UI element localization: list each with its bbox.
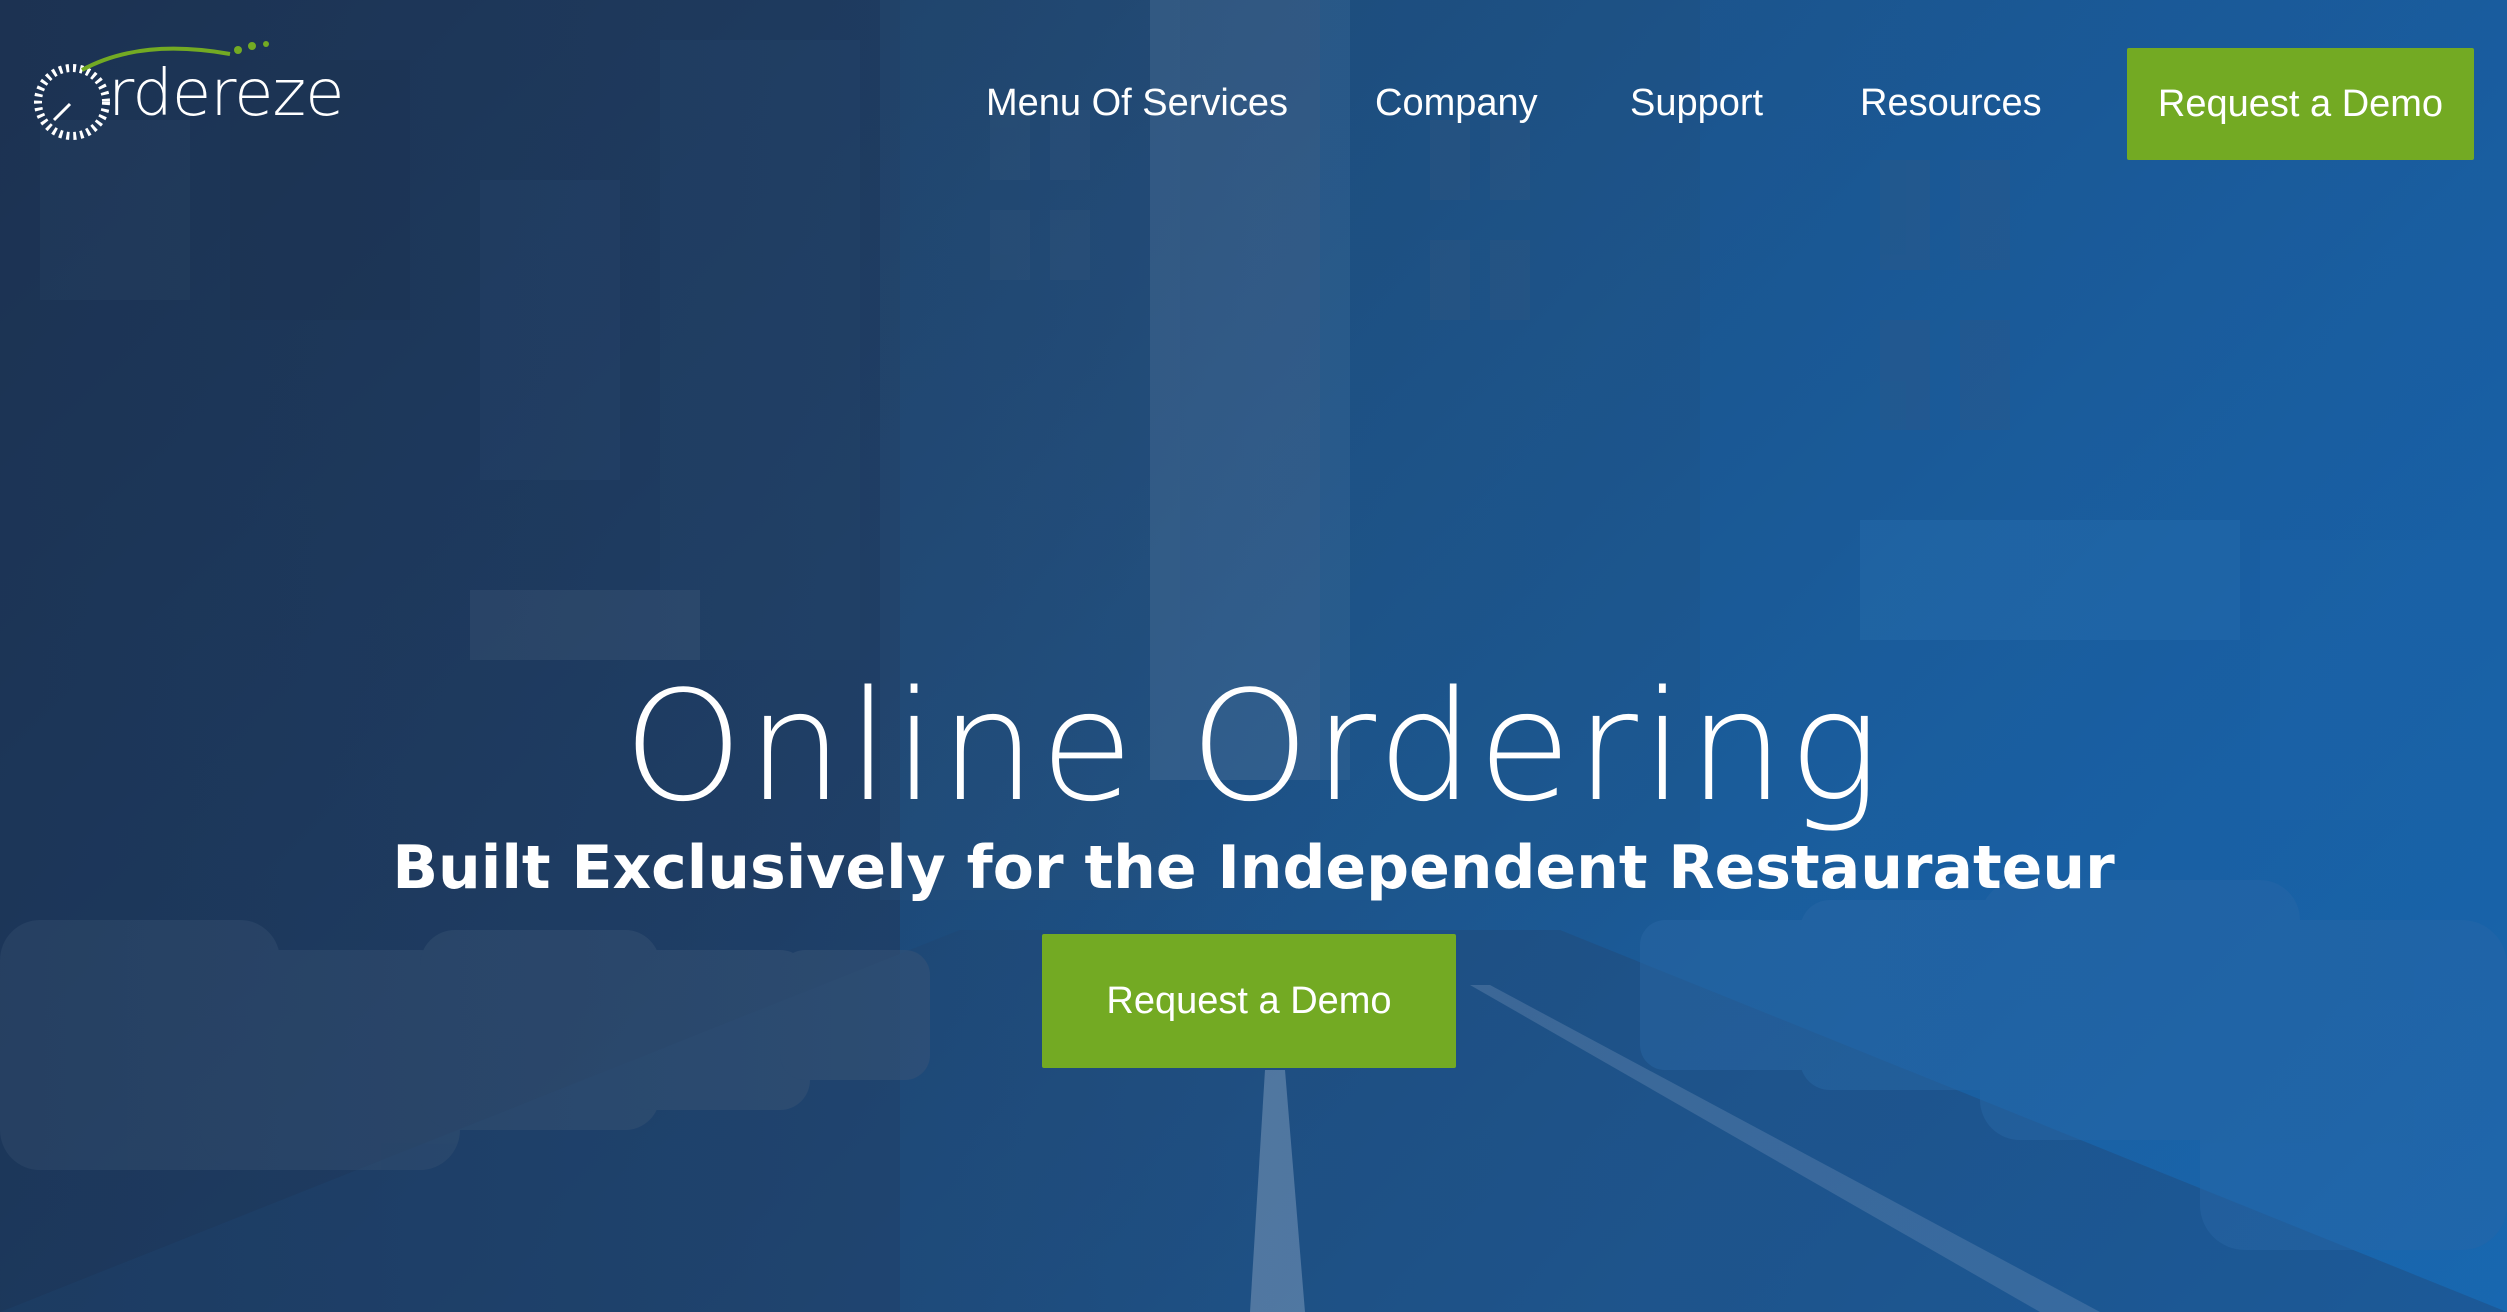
nav-item-menu-of-services[interactable]: Menu Of Services [986, 80, 1288, 126]
logo-text: rdereze [108, 57, 344, 131]
ordereze-logo[interactable]: rdereze [30, 40, 344, 150]
nav-item-company[interactable]: Company [1375, 80, 1538, 126]
hero-title: Online Ordering [623, 657, 1884, 835]
nav-item-support[interactable]: Support [1630, 80, 1763, 126]
request-demo-hero-button[interactable]: Request a Demo [1042, 934, 1456, 1068]
nav-item-resources[interactable]: Resources [1860, 80, 2042, 126]
request-demo-header-button[interactable]: Request a Demo [2127, 48, 2474, 160]
hero-section: rdereze Menu Of Services Company Support… [0, 0, 2507, 1312]
blue-overlay [0, 0, 2507, 1312]
hero-subtitle: Built Exclusively for the Independent Re… [392, 832, 2115, 903]
